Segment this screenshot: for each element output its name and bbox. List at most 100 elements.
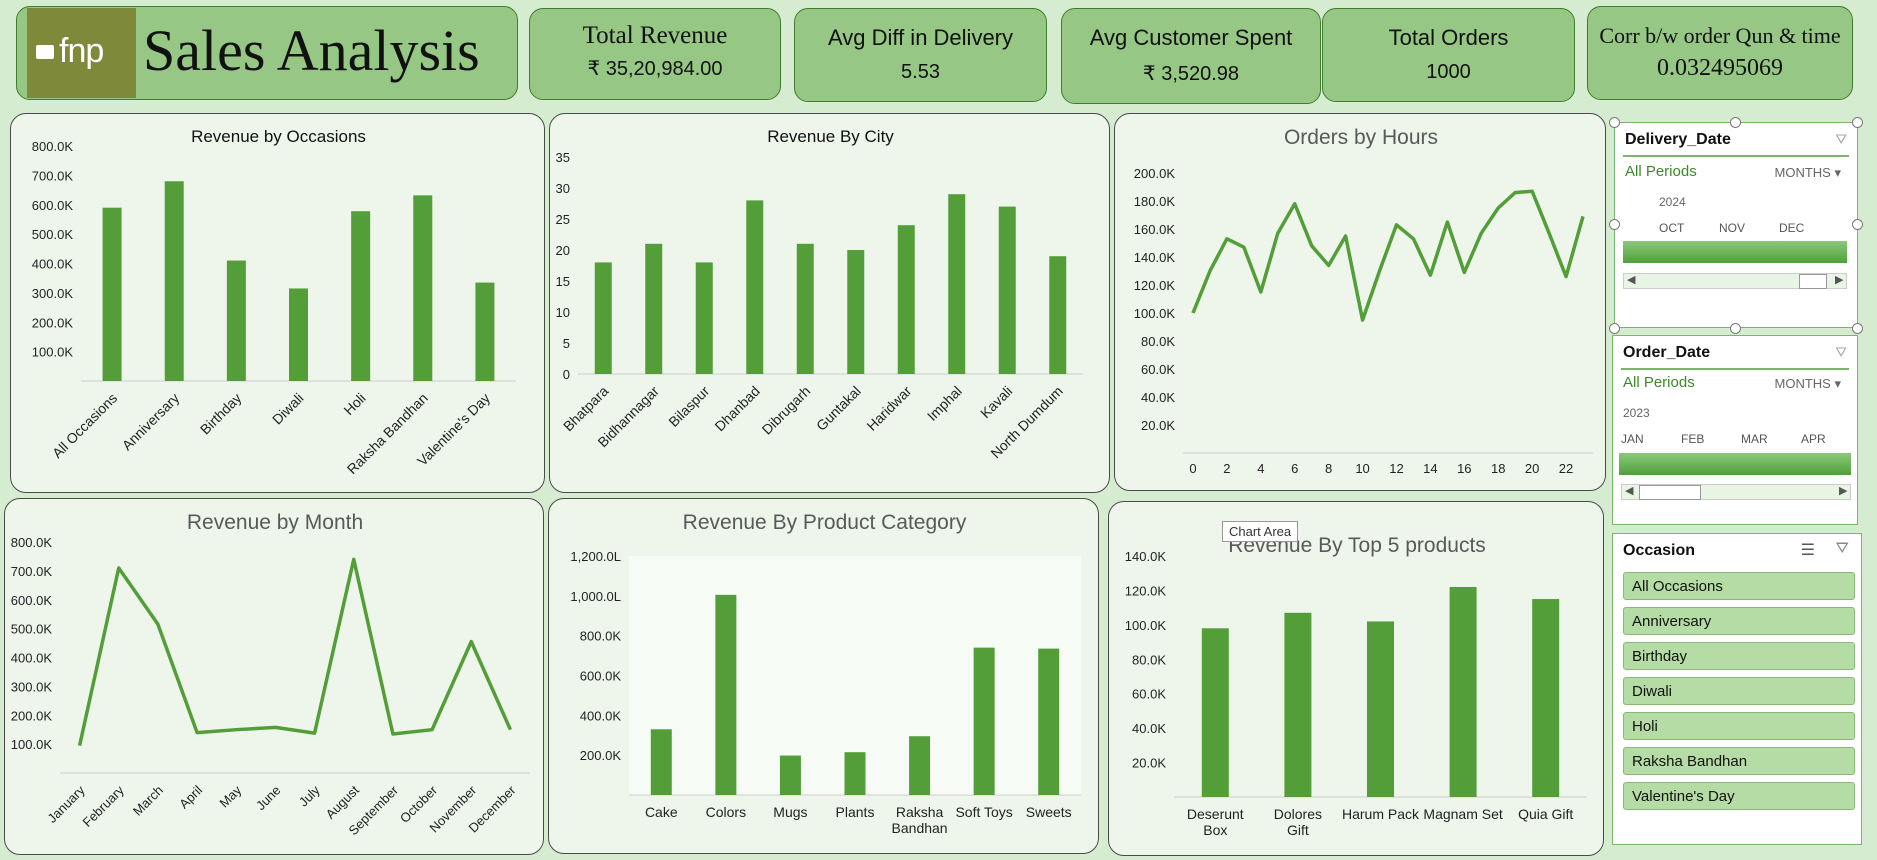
bar — [1049, 256, 1067, 374]
timeline-bar[interactable] — [1623, 241, 1847, 263]
delivery-date-slicer[interactable]: Delivery_Date ⛛ All Periods MONTHS ▾ 202… — [1614, 122, 1858, 328]
y-tick-label: 800.0K — [11, 535, 53, 550]
chart-svg-hours: Orders by Hours 20.0K 40.0K 60.0K 80.0K 100.0… — [1134, 126, 1593, 476]
resize-handle[interactable] — [1852, 117, 1863, 128]
x-tick-label: Raksha Bandhan — [892, 804, 948, 836]
x-tick-label: April — [176, 782, 205, 811]
y-tick-label: 700.0K — [32, 168, 74, 183]
y-tick-label: 100.0K — [1134, 306, 1176, 321]
x-tick-label: February — [79, 782, 127, 830]
clear-filter-icon[interactable]: ⛛ — [1835, 131, 1847, 148]
resize-handle[interactable] — [1852, 219, 1863, 230]
y-tick-label: 400.0K — [32, 257, 74, 272]
resize-handle[interactable] — [1609, 117, 1620, 128]
bar — [695, 262, 713, 374]
occasion-item[interactable]: Birthday — [1623, 642, 1855, 670]
y-tick-label: 800.0K — [580, 629, 622, 644]
bar — [973, 647, 995, 795]
resize-handle[interactable] — [1609, 323, 1620, 334]
occasion-item[interactable]: Holi — [1623, 712, 1855, 740]
occasion-item[interactable]: Valentine's Day — [1623, 782, 1855, 810]
occasion-slicer[interactable]: Occasion ☰ ⛛ All Occasions Anniversary B… — [1612, 533, 1862, 845]
x-tick-label: Imphal — [924, 383, 965, 424]
scroll-thumb[interactable] — [1799, 274, 1827, 289]
x-tick-label-line: Deserunt — [1187, 806, 1244, 822]
scroll-thumb[interactable] — [1639, 485, 1701, 500]
y-tick-label: 600.0K — [11, 593, 53, 608]
y-tick-label: 120.0K — [1134, 278, 1176, 293]
chart-revenue-by-product-category[interactable]: Revenue By Product Category 200.0K 400.0K 6… — [548, 498, 1099, 854]
bar — [102, 207, 122, 381]
x-tick-label: Plants — [836, 804, 875, 820]
x-tick-label: Bhatpara — [560, 383, 612, 435]
kpi-title: Avg Customer Spent — [1089, 25, 1293, 50]
x-tick-label: Dibrugarh — [759, 383, 814, 438]
y-tick-label: 200.0K — [1134, 166, 1176, 181]
month-label: FEB — [1681, 432, 1705, 446]
bar — [844, 752, 866, 795]
x-tick-label: Dolores Gift — [1274, 806, 1322, 838]
occasion-item[interactable]: Anniversary — [1623, 607, 1855, 635]
clear-filter-icon[interactable]: ⛛ — [1835, 344, 1847, 361]
x-tick-label: 8 — [1325, 461, 1332, 476]
multi-select-icon[interactable]: ☰ — [1801, 540, 1815, 560]
x-tick-label-line: Bandhan — [892, 820, 948, 836]
chart-revenue-by-month[interactable]: Revenue by Month 100.0K 200.0K 300.0K 400.0K… — [4, 498, 544, 855]
y-tick-label: 80.0K — [1132, 652, 1166, 667]
chevron-down-icon: ▾ — [1834, 376, 1841, 391]
chart-revenue-by-top5-products[interactable]: Revenue By Top 5 products 20.0K 40.0K 60.0K… — [1108, 501, 1604, 856]
chart-revenue-by-city[interactable]: Revenue By City 0 5 10 15 20 25 30 35 Bhatpara Bid… — [549, 113, 1110, 493]
x-tick-label: Holi — [340, 390, 368, 418]
y-tick-label: 20 — [556, 243, 570, 258]
chart-title: Orders by Hours — [1284, 126, 1438, 149]
occasion-item[interactable]: All Occasions — [1623, 572, 1855, 600]
chart-svg-month: Revenue by Month 100.0K 200.0K 300.0K 400.0K… — [11, 511, 530, 838]
y-tick-label: 100.0K — [32, 345, 74, 360]
chart-title: Revenue by Occasions — [191, 127, 366, 146]
x-tick-label: 14 — [1423, 461, 1437, 476]
series-line — [77, 557, 513, 746]
x-tick-label: Harum Pack — [1342, 806, 1420, 822]
bar — [1201, 628, 1229, 797]
scroll-left-icon[interactable]: ◀ — [1627, 273, 1635, 286]
chart-revenue-by-occasions[interactable]: Revenue by Occasions 100.0K 200.0K 300.0K 40… — [10, 113, 545, 493]
bar — [645, 243, 663, 374]
timeline-bar[interactable] — [1619, 453, 1851, 475]
bar — [650, 729, 672, 795]
all-periods-label: All Periods — [1625, 163, 1697, 180]
kpi-total-orders: Total Orders 1000 — [1322, 8, 1575, 102]
scroll-right-icon[interactable]: ▶ — [1839, 484, 1847, 497]
y-tick-label: 400.0K — [11, 651, 53, 666]
bar — [1038, 648, 1060, 795]
y-tick-label: 80.0K — [1141, 334, 1175, 349]
bar — [594, 262, 612, 374]
resize-handle[interactable] — [1609, 219, 1620, 230]
x-tick-label: Colors — [706, 804, 746, 820]
scroll-left-icon[interactable]: ◀ — [1625, 484, 1633, 497]
clear-filter-icon[interactable]: ⛛ — [1836, 540, 1849, 558]
kpi-total-revenue: Total Revenue ₹ 35,20,984.00 — [529, 8, 781, 100]
y-tick-label: 0 — [563, 367, 570, 382]
y-tick-label: 160.0K — [1134, 222, 1176, 237]
time-level-dropdown[interactable]: MONTHS ▾ — [1775, 376, 1842, 392]
x-tick-label: Quia Gift — [1518, 806, 1573, 822]
chart-orders-by-hours[interactable]: Orders by Hours 20.0K 40.0K 60.0K 80.0K 100.0… — [1114, 113, 1606, 491]
year-label: 2024 — [1659, 195, 1686, 209]
resize-handle[interactable] — [1730, 117, 1741, 128]
bar — [948, 194, 966, 374]
bar — [413, 195, 433, 381]
order-date-slicer[interactable]: Order_Date ⛛ All Periods MONTHS ▾ 2023 J… — [1612, 335, 1858, 525]
y-tick-label: 300.0K — [11, 679, 53, 694]
resize-handle[interactable] — [1730, 323, 1741, 334]
resize-handle[interactable] — [1852, 323, 1863, 334]
occasion-item[interactable]: Raksha Bandhan — [1623, 747, 1855, 775]
time-level-dropdown[interactable]: MONTHS ▾ — [1775, 165, 1842, 181]
bar — [998, 206, 1016, 374]
x-tick-label: 16 — [1457, 461, 1471, 476]
x-tick-label: Cake — [645, 804, 678, 820]
scroll-right-icon[interactable]: ▶ — [1835, 273, 1843, 286]
y-tick-label: 40.0K — [1141, 390, 1175, 405]
y-tick-label: 40.0K — [1132, 721, 1166, 736]
occasion-item[interactable]: Diwali — [1623, 677, 1855, 705]
chart-title: Revenue by Month — [187, 511, 363, 534]
